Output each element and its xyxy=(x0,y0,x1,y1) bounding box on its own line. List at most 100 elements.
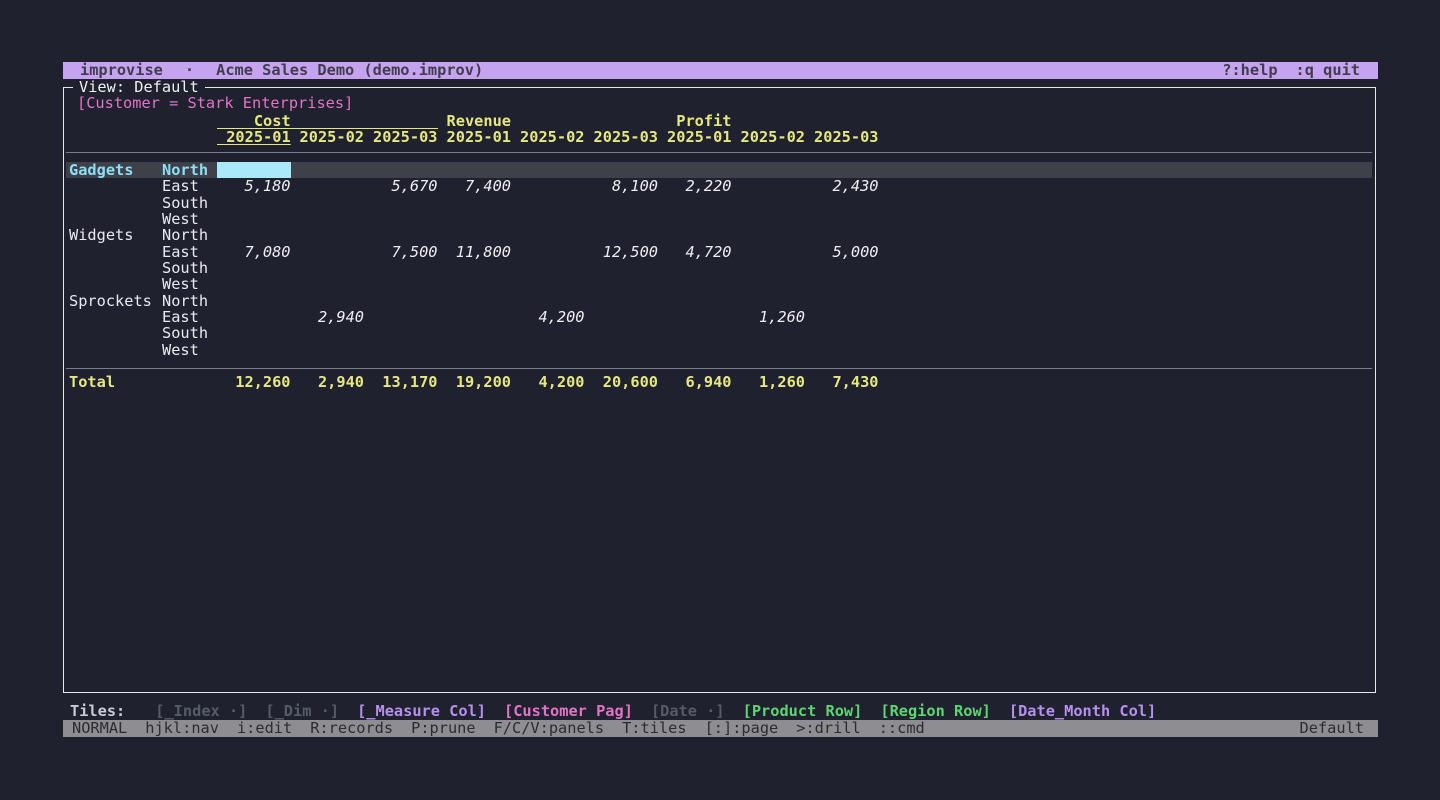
value-cell[interactable] xyxy=(511,276,585,292)
value-cell[interactable] xyxy=(217,276,291,292)
value-cell[interactable]: 2,430 xyxy=(805,178,879,194)
value-cell[interactable] xyxy=(217,227,291,243)
value-cell[interactable] xyxy=(438,195,512,211)
value-cell[interactable] xyxy=(732,276,806,292)
value-cell[interactable]: 5,670 xyxy=(364,178,438,194)
value-cell[interactable] xyxy=(291,293,365,309)
column-header-revenue-2025-02[interactable]: 2025-02 xyxy=(511,129,585,145)
value-cell[interactable] xyxy=(585,211,659,227)
column-header-revenue-2025-01[interactable]: 2025-01 xyxy=(438,129,512,145)
value-cell[interactable]: 7,500 xyxy=(364,244,438,260)
value-cell[interactable] xyxy=(217,195,291,211)
column-header-profit-2025-02[interactable]: 2025-02 xyxy=(732,129,806,145)
value-cell[interactable] xyxy=(364,293,438,309)
region-label[interactable]: West xyxy=(162,276,217,292)
product-label[interactable] xyxy=(69,325,162,341)
value-cell[interactable] xyxy=(585,260,659,276)
value-cell[interactable] xyxy=(732,178,806,194)
value-cell[interactable] xyxy=(291,276,365,292)
product-label[interactable]: Sprockets xyxy=(69,293,162,309)
value-cell[interactable]: 4,200 xyxy=(511,309,585,325)
value-cell[interactable] xyxy=(658,162,732,178)
region-label[interactable]: West xyxy=(162,342,217,358)
value-cell[interactable] xyxy=(291,211,365,227)
region-label[interactable]: West xyxy=(162,211,217,227)
value-cell[interactable] xyxy=(511,195,585,211)
value-cell[interactable] xyxy=(732,162,806,178)
value-cell[interactable] xyxy=(511,227,585,243)
product-label[interactable] xyxy=(69,342,162,358)
product-label[interactable] xyxy=(69,211,162,227)
tile-region-row[interactable]: [Region Row] xyxy=(880,703,991,720)
value-cell[interactable] xyxy=(217,260,291,276)
column-header-profit-2025-03[interactable]: 2025-03 xyxy=(805,129,879,145)
value-cell[interactable] xyxy=(658,195,732,211)
value-cell[interactable] xyxy=(438,325,512,341)
value-cell[interactable] xyxy=(438,162,512,178)
value-cell[interactable]: 2,220 xyxy=(658,178,732,194)
value-cell[interactable] xyxy=(438,211,512,227)
value-cell[interactable] xyxy=(732,260,806,276)
column-header-cost-2025-01[interactable]: 2025-01 xyxy=(217,129,291,145)
tile-customer-pag[interactable]: [Customer Pag] xyxy=(504,703,633,720)
value-cell[interactable] xyxy=(364,325,438,341)
value-cell[interactable] xyxy=(511,260,585,276)
value-cell[interactable] xyxy=(217,309,291,325)
value-cell[interactable] xyxy=(364,162,438,178)
value-cell[interactable] xyxy=(585,162,659,178)
tile-measure-col[interactable]: [_Measure Col] xyxy=(357,703,486,720)
value-cell[interactable] xyxy=(585,309,659,325)
region-label[interactable]: North xyxy=(162,293,217,309)
region-label[interactable]: North xyxy=(162,162,217,178)
product-label[interactable] xyxy=(69,260,162,276)
value-cell[interactable] xyxy=(732,244,806,260)
column-header-profit-2025-01[interactable]: 2025-01 xyxy=(658,129,732,145)
product-label[interactable]: Widgets xyxy=(69,227,162,243)
value-cell[interactable]: 2,940 xyxy=(291,309,365,325)
value-cell[interactable] xyxy=(291,195,365,211)
product-label[interactable] xyxy=(69,276,162,292)
product-label[interactable]: Gadgets xyxy=(69,162,162,178)
customer-page-filter[interactable]: [Customer = Stark Enterprises] xyxy=(77,95,353,112)
value-cell[interactable] xyxy=(291,227,365,243)
value-cell[interactable] xyxy=(217,293,291,309)
value-cell[interactable] xyxy=(658,293,732,309)
value-cell[interactable] xyxy=(732,293,806,309)
value-cell[interactable] xyxy=(217,325,291,341)
value-cell[interactable] xyxy=(438,342,512,358)
value-cell[interactable] xyxy=(585,276,659,292)
value-cell[interactable] xyxy=(658,227,732,243)
value-cell[interactable] xyxy=(585,342,659,358)
value-cell[interactable] xyxy=(585,227,659,243)
value-cell[interactable] xyxy=(732,325,806,341)
tile-date[interactable]: [Date ·] xyxy=(651,703,725,720)
tile-date-month-col[interactable]: [Date_Month Col] xyxy=(1009,703,1156,720)
value-cell[interactable] xyxy=(805,342,879,358)
value-cell[interactable] xyxy=(805,325,879,341)
value-cell[interactable] xyxy=(291,260,365,276)
value-cell[interactable] xyxy=(658,211,732,227)
region-label[interactable]: East xyxy=(162,309,217,325)
value-cell[interactable]: 5,180 xyxy=(217,178,291,194)
value-cell[interactable] xyxy=(291,325,365,341)
value-cell[interactable] xyxy=(805,211,879,227)
value-cell[interactable] xyxy=(511,178,585,194)
value-cell[interactable] xyxy=(291,178,365,194)
value-cell[interactable]: 7,400 xyxy=(438,178,512,194)
product-label[interactable] xyxy=(69,195,162,211)
value-cell[interactable] xyxy=(805,195,879,211)
value-cell[interactable] xyxy=(511,342,585,358)
value-cell[interactable] xyxy=(805,162,879,178)
value-cell[interactable] xyxy=(658,309,732,325)
value-cell[interactable] xyxy=(732,342,806,358)
column-header-cost-2025-02[interactable]: 2025-02 xyxy=(291,129,365,145)
value-cell[interactable]: 7,080 xyxy=(217,244,291,260)
value-cell[interactable] xyxy=(438,293,512,309)
value-cell[interactable] xyxy=(511,162,585,178)
value-cell[interactable] xyxy=(732,195,806,211)
value-cell[interactable] xyxy=(732,227,806,243)
value-cell[interactable] xyxy=(217,342,291,358)
value-cell[interactable] xyxy=(291,162,365,178)
value-cell[interactable] xyxy=(658,276,732,292)
value-cell[interactable]: 8,100 xyxy=(585,178,659,194)
